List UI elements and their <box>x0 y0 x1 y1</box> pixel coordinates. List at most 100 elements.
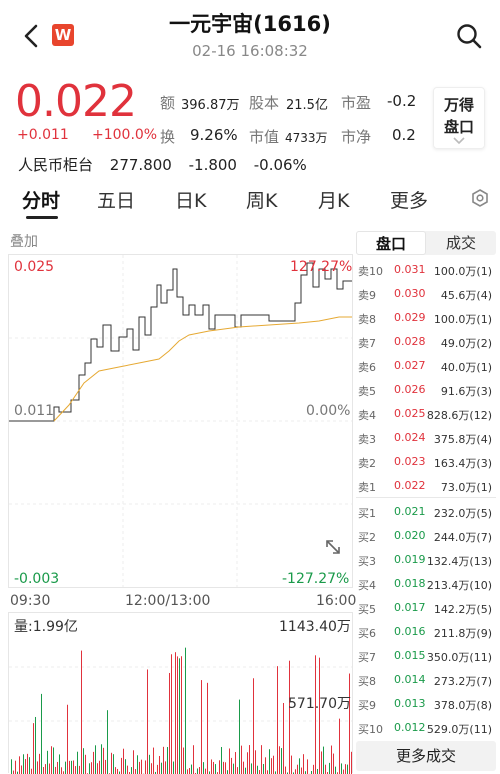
ask-row: 卖60.02740.0万(1) <box>356 355 496 379</box>
volume-bar <box>169 673 170 774</box>
tab-monthly-k[interactable]: 月K <box>318 186 349 213</box>
search-icon[interactable] <box>455 22 483 50</box>
volume-bar <box>185 648 186 774</box>
volume-bar <box>219 760 220 774</box>
tab-orderbook[interactable]: 盘口 <box>356 231 426 255</box>
volume-bar <box>73 760 74 774</box>
y-axis-top: 0.025 <box>14 259 54 275</box>
level-label: 买2 <box>358 529 376 545</box>
volume-bar <box>331 746 332 774</box>
volume-bar <box>245 768 246 774</box>
volume-bar <box>147 669 148 774</box>
level-price: 0.018 <box>394 577 426 590</box>
level-volume: 40.0万(1) <box>441 359 492 375</box>
volume-bar <box>211 759 212 774</box>
level-volume: 142.2万(5) <box>434 601 492 617</box>
ask-row: 卖90.03045.6万(4) <box>356 283 496 307</box>
volume-bar <box>253 678 254 774</box>
volume-bar <box>145 760 146 774</box>
wind-button-line1: 万得 <box>434 94 484 116</box>
tab-five-day[interactable]: 五日 <box>97 186 135 213</box>
volume-bar <box>71 761 72 774</box>
level-price: 0.025 <box>394 407 426 420</box>
intraday-chart[interactable] <box>8 254 353 588</box>
level-price: 0.013 <box>394 697 426 710</box>
volume-bar <box>33 723 34 774</box>
level-price: 0.022 <box>394 479 426 492</box>
volume-bar <box>101 744 102 774</box>
rmb-change-pct: -0.06% <box>254 156 307 174</box>
volume-bar <box>167 747 168 774</box>
volume-bar <box>59 754 60 774</box>
bid-row: 买20.020244.0万(7) <box>356 525 496 549</box>
mktcap-value: 4733万 <box>285 129 328 146</box>
volume-bar <box>49 763 50 774</box>
level-price: 0.023 <box>394 455 426 468</box>
level-volume: 828.6万(12) <box>427 407 492 423</box>
level-label: 卖4 <box>358 407 376 423</box>
amount-value: 396.87万 <box>181 94 240 113</box>
tab-weekly-k[interactable]: 周K <box>246 186 277 213</box>
volume-bar <box>205 769 206 774</box>
tab-more[interactable]: 更多 <box>390 186 428 213</box>
level-label: 买1 <box>358 505 376 521</box>
level-volume: 273.2万(7) <box>434 673 492 689</box>
level-price: 0.030 <box>394 287 426 300</box>
level-volume: 100.0万(1) <box>434 311 492 327</box>
level-volume: 213.4万(10) <box>427 577 492 593</box>
level-volume: 211.8万(9) <box>434 625 492 641</box>
volume-bar <box>265 757 266 774</box>
volume-bar <box>37 761 38 774</box>
pct-axis-bottom: -127.27% <box>282 571 349 587</box>
level-volume: 91.6万(3) <box>441 383 492 399</box>
volume-bar <box>95 745 96 774</box>
volume-bar <box>341 763 342 774</box>
pct-axis-mid: 0.00% <box>306 403 350 419</box>
volume-total: 量:1.99亿 <box>14 616 78 636</box>
volume-bar <box>159 756 160 774</box>
volume-bar <box>137 755 138 774</box>
ask-row: 卖10.02273.0万(1) <box>356 475 496 499</box>
more-trades-button[interactable]: 更多成交 <box>356 741 496 771</box>
time-close: 16:00 <box>316 593 356 609</box>
rmb-change: -1.800 <box>189 156 237 174</box>
level-price: 0.020 <box>394 529 426 542</box>
level-price: 0.024 <box>394 431 426 444</box>
ask-row: 卖80.029100.0万(1) <box>356 307 496 331</box>
expand-icon[interactable] <box>323 537 343 557</box>
volume-bar <box>165 761 166 774</box>
volume-bar <box>303 754 304 774</box>
ask-row: 卖50.02691.6万(3) <box>356 379 496 403</box>
bid-row: 买60.016211.8万(9) <box>356 621 496 645</box>
volume-bar <box>281 748 282 774</box>
volume-bar <box>229 748 230 774</box>
volume-mid: 571.70万 <box>288 693 351 713</box>
volume-bar <box>117 769 118 774</box>
volume-bar <box>323 747 324 774</box>
volume-bar <box>263 764 264 774</box>
volume-bar <box>189 768 190 774</box>
volume-bar <box>135 769 136 774</box>
bid-row: 买100.012529.0万(11) <box>356 717 496 741</box>
pb-label: 市净 <box>341 126 371 147</box>
settings-icon[interactable] <box>470 188 490 208</box>
tab-daily-k[interactable]: 日K <box>175 186 206 213</box>
volume-bar <box>181 656 182 774</box>
level-price: 0.021 <box>394 505 426 518</box>
volume-bar <box>39 754 40 774</box>
level-volume: 378.0万(8) <box>434 697 492 713</box>
volume-bar <box>213 762 214 774</box>
level-label: 卖8 <box>358 311 376 327</box>
capital-value: 21.5亿 <box>286 94 328 113</box>
volume-bar <box>121 758 122 774</box>
level-volume: 529.0万(11) <box>427 721 492 737</box>
volume-bar <box>99 761 100 774</box>
tab-trades[interactable]: 成交 <box>426 231 496 255</box>
ask-row: 卖30.024375.8万(4) <box>356 427 496 451</box>
bid-row: 买10.021232.0万(5) <box>356 501 496 525</box>
stock-title: 一元宇宙(1616) <box>0 8 500 38</box>
overlay-button[interactable]: 叠加 <box>10 231 38 251</box>
volume-bar <box>93 752 94 774</box>
tab-intraday[interactable]: 分时 <box>22 186 60 213</box>
volume-bar <box>299 758 300 774</box>
